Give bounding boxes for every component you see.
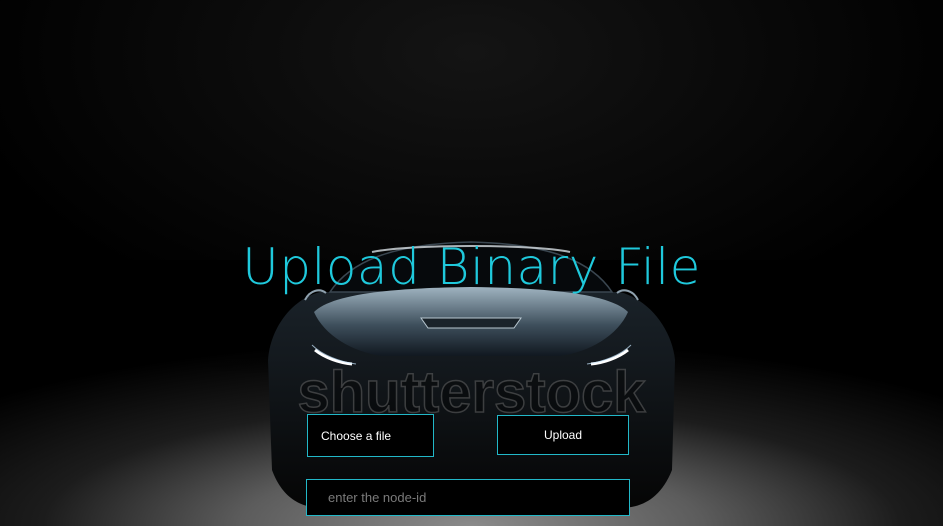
upload-page: shutterstock Upload Binary File Choose a… — [0, 0, 943, 526]
choose-file-button[interactable]: Choose a file — [307, 414, 434, 457]
node-id-input[interactable] — [306, 479, 630, 516]
upload-button[interactable]: Upload — [497, 415, 629, 455]
page-title: Upload Binary File — [242, 238, 701, 296]
choose-file-label: Choose a file — [321, 428, 392, 443]
upload-button-label: Upload — [543, 428, 583, 442]
watermark: shutterstock — [297, 359, 647, 426]
